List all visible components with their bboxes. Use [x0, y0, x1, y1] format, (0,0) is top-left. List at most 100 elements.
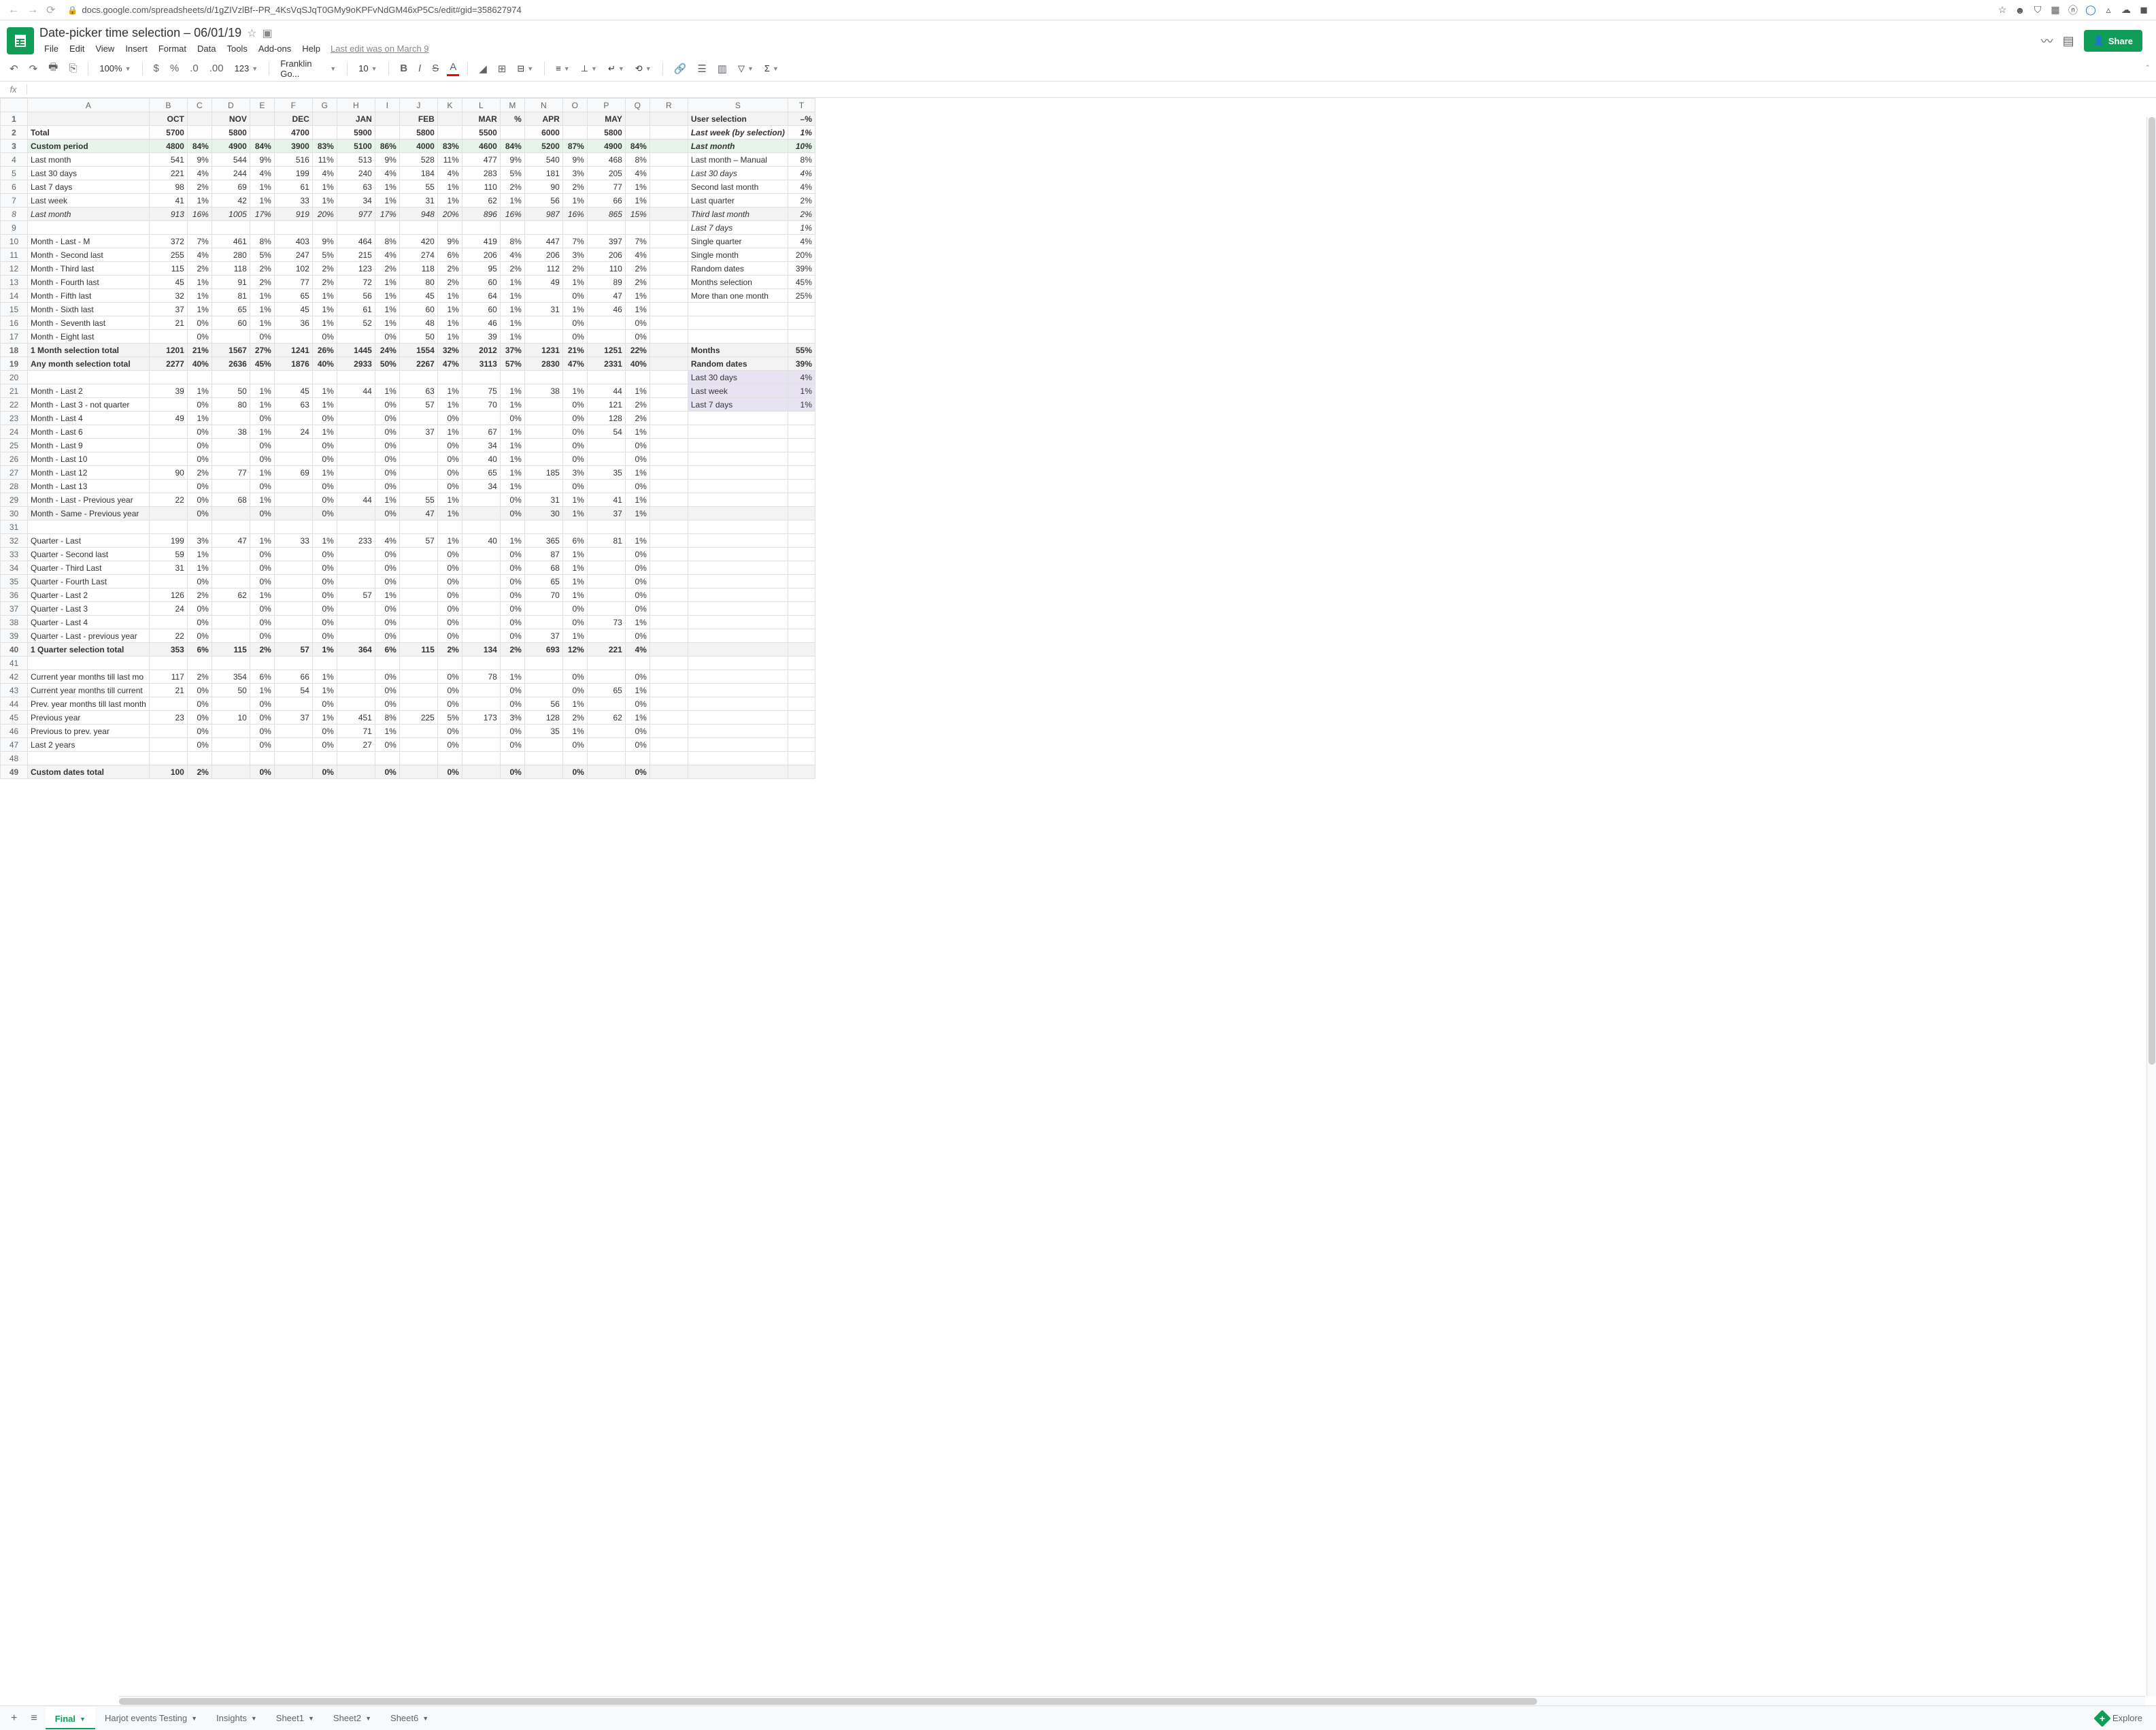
cell[interactable]: 48 — [399, 316, 437, 330]
cell[interactable]: 40 — [462, 534, 500, 548]
cell[interactable] — [562, 371, 587, 384]
font-select[interactable]: Franklin Go...▼ — [277, 57, 339, 80]
cell[interactable]: 2277 — [149, 357, 187, 371]
cell[interactable]: 2% — [625, 412, 650, 425]
cell[interactable] — [462, 684, 500, 697]
cell[interactable]: 1% — [437, 330, 462, 344]
cell[interactable]: 2933 — [337, 357, 375, 371]
cell[interactable]: 0% — [312, 765, 337, 779]
cell[interactable]: 41 — [149, 194, 187, 207]
cell[interactable]: 2% — [562, 262, 587, 276]
cell[interactable]: Month - Last 9 — [28, 439, 150, 452]
cell[interactable] — [524, 452, 562, 466]
cell[interactable] — [524, 330, 562, 344]
cell[interactable]: 0% — [625, 670, 650, 684]
cell[interactable] — [587, 725, 625, 738]
comment-icon[interactable]: ▤ — [2063, 34, 2074, 48]
cell[interactable]: APR — [524, 112, 562, 126]
cell[interactable] — [375, 221, 399, 235]
cell[interactable] — [28, 752, 150, 765]
cell[interactable]: 62 — [212, 588, 250, 602]
cell[interactable] — [650, 738, 688, 752]
cell[interactable] — [650, 697, 688, 711]
cell[interactable] — [212, 616, 250, 629]
cell[interactable]: 128 — [587, 412, 625, 425]
cell[interactable] — [650, 507, 688, 520]
cell[interactable]: 21% — [187, 344, 212, 357]
cell[interactable] — [399, 656, 437, 670]
cell[interactable]: 693 — [524, 643, 562, 656]
cell[interactable] — [650, 221, 688, 235]
cell[interactable]: Last 7 days — [688, 221, 788, 235]
col-header-F[interactable]: F — [274, 99, 312, 112]
cell[interactable] — [650, 139, 688, 153]
cell[interactable] — [462, 520, 500, 534]
cell[interactable] — [788, 697, 815, 711]
cell[interactable]: 1% — [625, 289, 650, 303]
cell[interactable]: 0% — [187, 684, 212, 697]
cell[interactable]: 913 — [149, 207, 187, 221]
cell[interactable] — [274, 520, 312, 534]
cell[interactable]: 49 — [524, 276, 562, 289]
cell[interactable] — [688, 493, 788, 507]
cell[interactable]: 1% — [250, 316, 274, 330]
cell[interactable]: 0% — [625, 575, 650, 588]
cell[interactable] — [650, 493, 688, 507]
cell[interactable]: Single quarter — [688, 235, 788, 248]
cell[interactable] — [399, 466, 437, 480]
col-header-Q[interactable]: Q — [625, 99, 650, 112]
cell[interactable] — [250, 520, 274, 534]
cell[interactable]: Month - Eight last — [28, 330, 150, 344]
cell[interactable] — [650, 616, 688, 629]
cell[interactable] — [212, 507, 250, 520]
cell[interactable] — [399, 765, 437, 779]
cell[interactable]: 0% — [250, 507, 274, 520]
row-header[interactable]: 2 — [1, 126, 28, 139]
cell[interactable] — [462, 561, 500, 575]
cell[interactable]: 4% — [788, 167, 815, 180]
cell[interactable] — [788, 561, 815, 575]
cell[interactable] — [274, 588, 312, 602]
cell[interactable]: 0% — [250, 616, 274, 629]
cell[interactable]: JAN — [337, 112, 375, 126]
cell[interactable] — [212, 452, 250, 466]
cell[interactable]: 1% — [375, 289, 399, 303]
cell[interactable] — [212, 520, 250, 534]
cell[interactable] — [274, 548, 312, 561]
cell[interactable] — [149, 725, 187, 738]
cell[interactable]: 56 — [524, 697, 562, 711]
cell[interactable]: 1% — [625, 534, 650, 548]
cell[interactable]: 31 — [524, 493, 562, 507]
cell[interactable]: 1% — [562, 194, 587, 207]
menu-insert[interactable]: Insert — [120, 41, 152, 56]
bold-button[interactable]: B — [397, 60, 410, 77]
cell[interactable]: Random dates — [688, 357, 788, 371]
cell[interactable] — [650, 153, 688, 167]
cell[interactable]: 0% — [250, 452, 274, 466]
cell[interactable]: 0% — [187, 616, 212, 629]
cell[interactable]: 40 — [462, 452, 500, 466]
cell[interactable] — [399, 752, 437, 765]
cell[interactable]: 80 — [212, 398, 250, 412]
cell[interactable] — [650, 289, 688, 303]
cell[interactable] — [462, 221, 500, 235]
cell[interactable]: 54 — [274, 684, 312, 697]
cell[interactable]: 1% — [250, 384, 274, 398]
cell[interactable]: 0% — [625, 439, 650, 452]
row-header[interactable]: 25 — [1, 439, 28, 452]
cell[interactable]: 0% — [312, 616, 337, 629]
cell[interactable]: 0% — [375, 412, 399, 425]
cell[interactable]: 4% — [187, 167, 212, 180]
dec-decrease-button[interactable]: .0 — [187, 60, 201, 77]
cell[interactable]: 3113 — [462, 357, 500, 371]
cell[interactable] — [212, 765, 250, 779]
cell[interactable]: 26% — [312, 344, 337, 357]
cell[interactable] — [149, 398, 187, 412]
row-header[interactable]: 38 — [1, 616, 28, 629]
cell[interactable] — [650, 684, 688, 697]
cell[interactable]: 4% — [625, 643, 650, 656]
cell[interactable] — [375, 112, 399, 126]
cell[interactable]: 44 — [587, 384, 625, 398]
cell[interactable] — [587, 520, 625, 534]
cell[interactable]: 61 — [274, 180, 312, 194]
